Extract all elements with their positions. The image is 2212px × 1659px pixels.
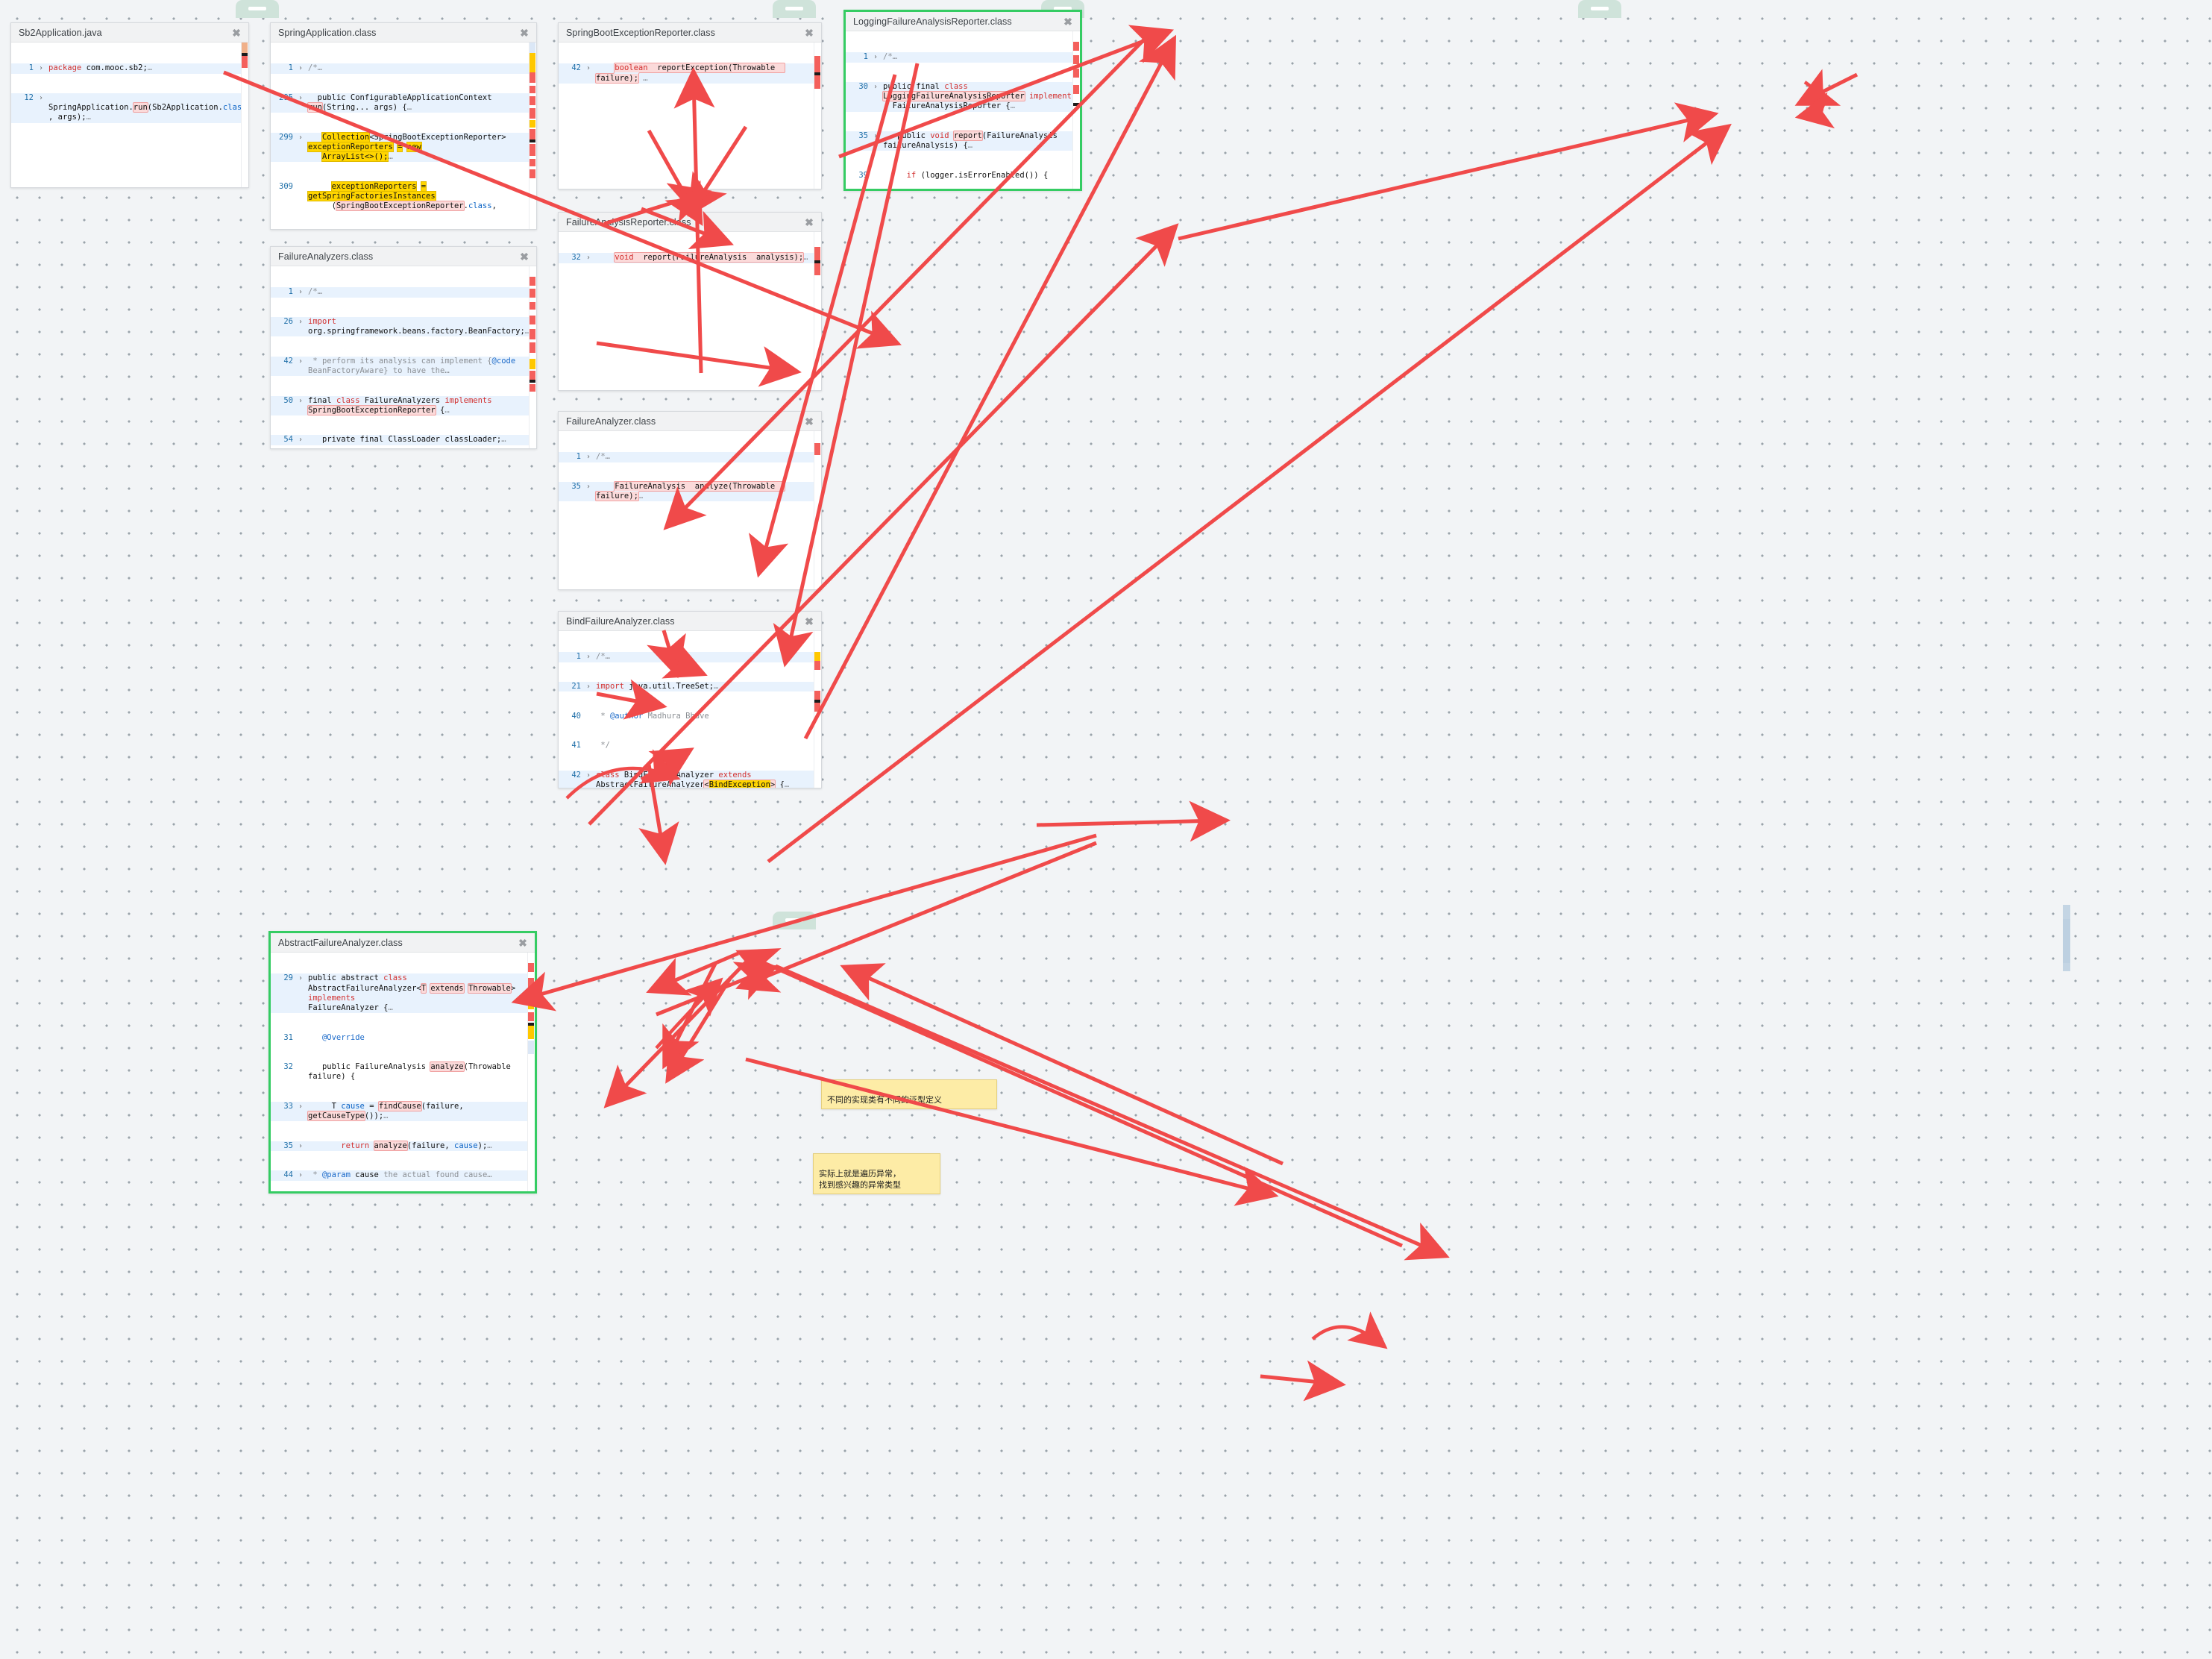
close-icon[interactable]: ✖ (230, 28, 242, 38)
scroll-marker-gutter[interactable] (814, 431, 821, 589)
scroll-marker-gutter[interactable] (814, 43, 821, 189)
close-icon[interactable]: ✖ (803, 416, 815, 427)
fold-icon[interactable]: › (296, 317, 305, 327)
fold-icon[interactable]: › (584, 482, 593, 492)
scroll-marker-gutter[interactable] (529, 266, 536, 448)
panel-bindfailureanalyzer[interactable]: BindFailureAnalyzer.class ✖ 1 ›/*… 21 › imp… (558, 611, 822, 788)
fold-icon[interactable]: › (871, 52, 880, 62)
panel-title: BindFailureAnalyzer.class (566, 615, 675, 627)
panel-title-bar[interactable]: SpringBootExceptionReporter.class ✖ (559, 23, 821, 43)
scroll-marker-gutter[interactable] (241, 43, 248, 187)
code-area[interactable]: 1 ›/*… 21 › import java.util.TreeSet;… 40 *… (559, 631, 821, 788)
panel-failureanalyzers[interactable]: FailureAnalyzers.class ✖ 1 ›/*… 26 › import… (270, 246, 537, 449)
panel-title: FailureAnalysisReporter.class (566, 216, 691, 228)
fold-icon[interactable]: › (296, 287, 305, 297)
fold-icon[interactable]: › (296, 133, 305, 142)
canvas-scroll-mark (2063, 919, 2070, 971)
code-area[interactable]: 1 ›/*… 295 › public ConfigurableApplicatio… (271, 43, 536, 229)
panel-title: SpringApplication.class (278, 27, 377, 38)
note-text: 实际上就是遍历异常， 找到感兴趣的异常类型 (819, 1169, 901, 1190)
panel-title-bar[interactable]: AbstractFailureAnalyzer.class ✖ (271, 933, 535, 953)
close-icon[interactable]: ✖ (518, 251, 530, 262)
fold-icon[interactable]: › (871, 82, 880, 92)
panel-title-bar[interactable]: FailureAnalyzers.class ✖ (271, 247, 536, 266)
fold-icon[interactable]: › (296, 357, 305, 366)
board-canvas[interactable]: Sb2Application.java ✖ 1 › package com.moo… (0, 0, 2212, 1659)
panel-failureanalyzer[interactable]: FailureAnalyzer.class ✖ 1 ›/*… 35 › Failur… (558, 411, 822, 590)
panel-title: SpringBootExceptionReporter.class (566, 27, 715, 38)
fold-icon[interactable]: › (584, 253, 593, 263)
panel-title-bar[interactable]: FailureAnalysisReporter.class ✖ (559, 213, 821, 232)
panel-title-bar[interactable]: BindFailureAnalyzer.class ✖ (559, 612, 821, 631)
fold-icon[interactable]: › (296, 435, 305, 445)
collapse-handle[interactable] (773, 912, 816, 929)
code-area[interactable]: 1 › package com.mooc.sb2;… 12 › SpringAppl… (11, 43, 248, 142)
scroll-marker-gutter[interactable] (527, 953, 535, 1191)
note-traverse[interactable]: 实际上就是遍历异常， 找到感兴趣的异常类型 (813, 1153, 940, 1194)
fold-icon[interactable]: › (296, 1141, 305, 1151)
panel-title: AbstractFailureAnalyzer.class (278, 937, 403, 948)
fold-icon[interactable]: › (871, 131, 880, 141)
code-area[interactable]: 1 ›/*… 30 › public final class LoggingFailu… (846, 31, 1080, 189)
close-icon[interactable]: ✖ (803, 217, 815, 228)
panel-title-bar[interactable]: SpringApplication.class ✖ (271, 23, 536, 43)
panel-title-bar[interactable]: Sb2Application.java ✖ (11, 23, 248, 43)
note-generics[interactable]: 不同的实现类有不同的泛型定义 (821, 1079, 997, 1109)
line-number: 1 (28, 63, 34, 73)
panel-title: FailureAnalyzers.class (278, 251, 374, 262)
panel-sb2application[interactable]: Sb2Application.java ✖ 1 › package com.moo… (10, 22, 249, 188)
note-text: 不同的实现类有不同的泛型定义 (827, 1095, 942, 1105)
close-icon[interactable]: ✖ (803, 28, 815, 38)
code-area[interactable]: 1 ›/*… 26 › import org.springframework.bean… (271, 266, 536, 448)
close-icon[interactable]: ✖ (1062, 16, 1074, 27)
panel-loggingfailureanalysisreporter[interactable]: LoggingFailureAnalysisReporter.class ✖ 1… (843, 10, 1082, 191)
panel-springbootexceptionreporter[interactable]: SpringBootExceptionReporter.class ✖ 42 › … (558, 22, 822, 189)
close-icon[interactable]: ✖ (518, 28, 530, 38)
panel-title-bar[interactable]: LoggingFailureAnalysisReporter.class ✖ (846, 12, 1080, 31)
fold-icon[interactable]: › (296, 63, 305, 73)
fold-icon[interactable]: › (37, 93, 45, 103)
panel-abstractfailureanalyzer[interactable]: AbstractFailureAnalyzer.class ✖ 29 › publi… (268, 931, 537, 1194)
fold-icon[interactable]: › (296, 93, 305, 103)
scroll-marker-gutter[interactable] (814, 631, 821, 788)
fold-icon[interactable]: › (296, 396, 305, 406)
scroll-marker-gutter[interactable] (529, 43, 536, 229)
code-line: 12 › SpringApplication.run(Sb2Application… (11, 93, 248, 123)
fold-icon[interactable]: › (296, 1170, 305, 1180)
code-area[interactable]: 1 ›/*… 35 › FailureAnalysis analyze(Throwa… (559, 431, 821, 521)
collapse-handle[interactable] (773, 0, 816, 18)
fold-icon[interactable]: › (584, 771, 593, 780)
panel-failureanalysisreporter[interactable]: FailureAnalysisReporter.class ✖ 32 › void… (558, 212, 822, 391)
panel-title-bar[interactable]: FailureAnalyzer.class ✖ (559, 412, 821, 431)
scroll-marker-gutter[interactable] (1072, 31, 1080, 189)
close-icon[interactable]: ✖ (803, 616, 815, 627)
panel-title: Sb2Application.java (19, 27, 102, 38)
code-area[interactable]: 32 › void report(FailureAnalysis analysis… (559, 232, 821, 283)
close-icon[interactable]: ✖ (517, 938, 529, 948)
fold-icon[interactable]: › (584, 652, 593, 662)
fold-icon[interactable]: › (37, 63, 45, 73)
fold-icon[interactable]: › (296, 973, 305, 983)
panel-title: LoggingFailureAnalysisReporter.class (853, 16, 1012, 27)
code-line: 1 › package com.mooc.sb2;… (11, 63, 248, 74)
line-text: package com.mooc.sb2;… (48, 63, 153, 73)
fold-icon[interactable]: › (584, 682, 593, 691)
fold-icon[interactable]: › (584, 63, 593, 73)
collapse-handle[interactable] (236, 0, 279, 18)
line-number: 12 (24, 93, 34, 103)
code-area[interactable]: 42 › boolean reportException(Throwable fa… (559, 43, 821, 103)
fold-icon[interactable]: › (296, 1102, 305, 1111)
code-area[interactable]: 29 › public abstract class AbstractFailure… (271, 953, 535, 1191)
line-text: SpringApplication.run(Sb2Application.cla… (48, 93, 247, 122)
panel-title: FailureAnalyzer.class (566, 415, 656, 427)
scroll-marker-gutter[interactable] (814, 232, 821, 390)
panel-springapplication[interactable]: SpringApplication.class ✖ 1 ›/*… 295 › pub… (270, 22, 537, 230)
collapse-handle[interactable] (1578, 0, 1621, 18)
fold-icon[interactable]: › (584, 452, 593, 462)
